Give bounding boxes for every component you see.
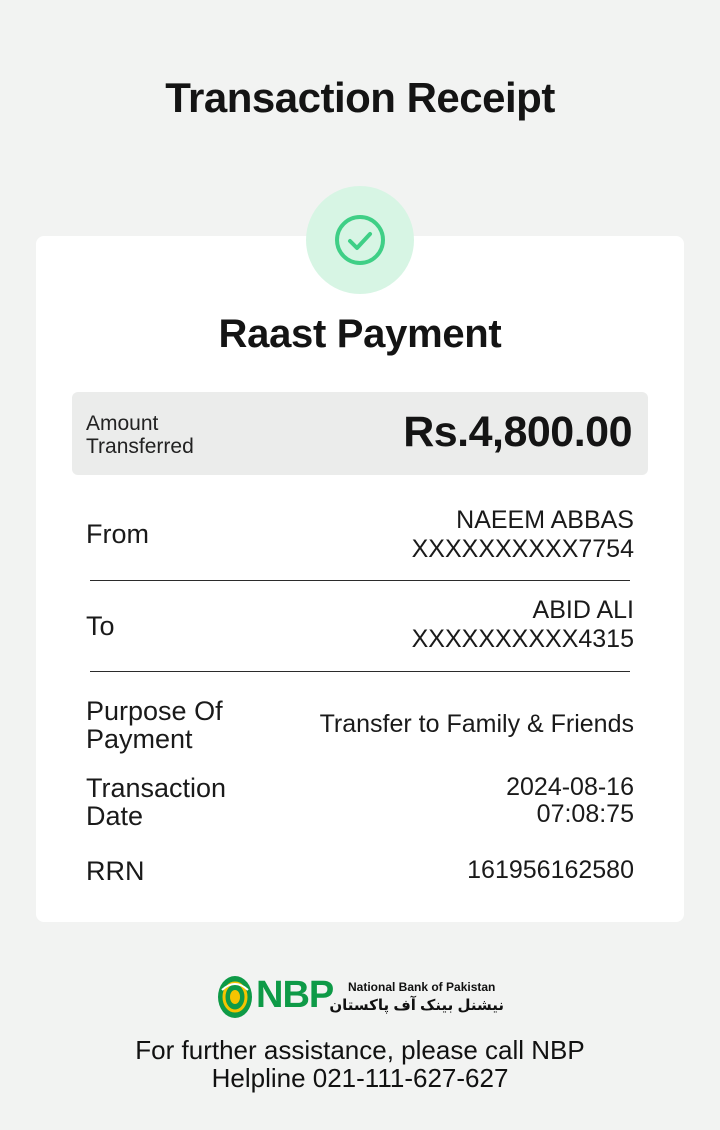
date-label: Transaction Date [86,773,227,831]
page-title: Transaction Receipt [165,74,555,121]
to-label: To [86,611,115,641]
bank-name-ur: نیشنل بینک آف پاکستان [329,997,504,1014]
receipt-card: Raast Payment Amount Transferred Rs.4,80… [36,236,684,922]
date-details: 2024-08-16 07:08:75 [506,774,634,828]
rrn-label: RRN [86,856,145,886]
divider [90,671,630,672]
transaction-date: 2024-08-16 [506,773,634,801]
from-name: NAEEM ABBAS [456,506,634,534]
success-badge [306,186,414,294]
helpline-message: For further assistance, please call NBP … [135,1035,585,1093]
purpose-label: Purpose Of Payment [86,696,223,754]
bank-name-en: National Bank of Pakistan [348,980,496,994]
amount-box: Amount Transferred Rs.4,800.00 [72,392,648,475]
from-details: NAEEM ABBAS XXXXXXXXXX7754 [412,506,634,564]
rrn-value: 161956162580 [467,856,634,884]
divider [90,580,630,581]
payment-type: Raast Payment [218,312,502,356]
to-name: ABID ALI [532,596,634,624]
amount-label: Amount Transferred [86,412,194,458]
amount-value: Rs.4,800.00 [403,408,632,456]
purpose-value: Transfer to Family & Friends [319,710,634,738]
nbp-logo: NBP National Bank of Pakistan نیشنل بینک… [216,972,506,1022]
from-label: From [86,519,149,549]
check-circle-icon [335,215,385,265]
nbp-emblem-icon [218,976,252,1018]
transaction-time: 07:08:75 [536,800,634,828]
to-account: XXXXXXXXXX4315 [411,625,634,653]
logo-text: NBP [256,974,334,1016]
to-details: ABID ALI XXXXXXXXXX4315 [412,596,634,654]
helpline-text: For further assistance, please call NBP … [0,1036,720,1092]
from-account: XXXXXXXXXX7754 [411,535,634,563]
